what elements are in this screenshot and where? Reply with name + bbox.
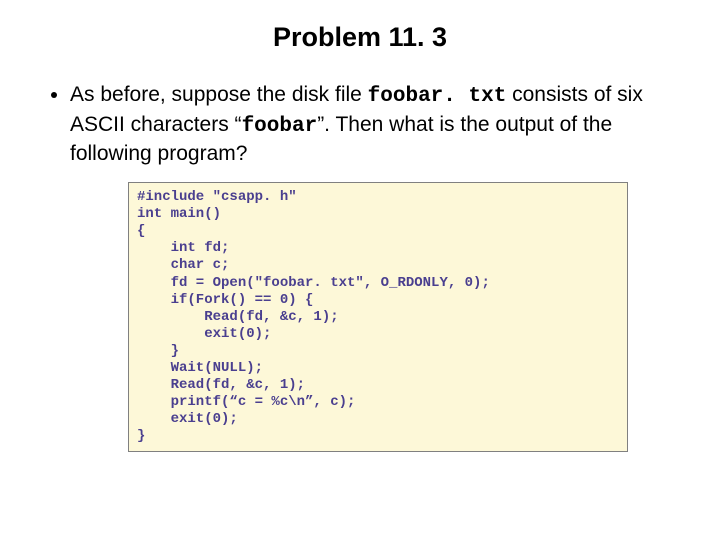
bullet-item: As before, suppose the disk file foobar.… xyxy=(70,81,680,168)
word-code: foobar xyxy=(242,115,318,138)
bullet-text-1: As before, suppose the disk file xyxy=(70,83,368,106)
code-block: #include "csapp. h" int main() { int fd;… xyxy=(128,182,628,452)
filename-code: foobar. txt xyxy=(368,85,507,108)
slide: Problem 11. 3 As before, suppose the dis… xyxy=(0,0,720,540)
code-content: #include "csapp. h" int main() { int fd;… xyxy=(137,189,619,445)
bullet-list: As before, suppose the disk file foobar.… xyxy=(46,81,680,168)
page-title: Problem 11. 3 xyxy=(40,22,680,53)
